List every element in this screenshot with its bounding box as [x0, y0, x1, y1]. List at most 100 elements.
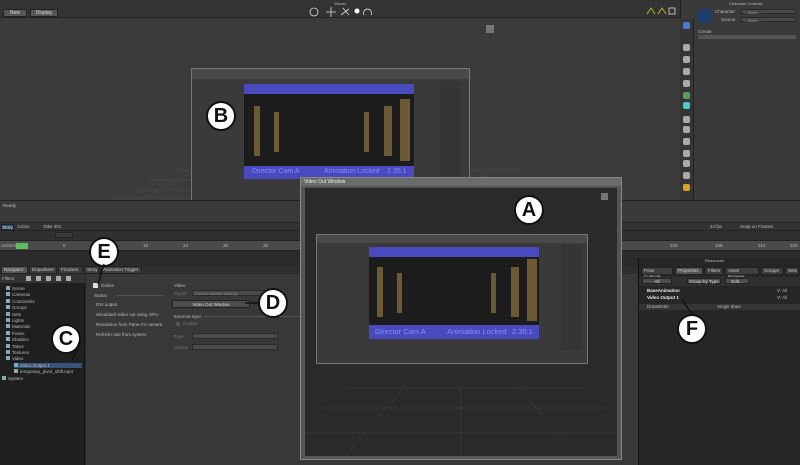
tree-item-label: Video Output 1: [20, 362, 50, 368]
tree-node-icon: [6, 337, 10, 342]
add-icon[interactable]: [56, 276, 61, 281]
resources-tab-filters[interactable]: Filters: [705, 267, 723, 275]
fps-select[interactable]: 24 fps: [710, 224, 722, 229]
video-out-window-button[interactable]: Video Out Window: [172, 300, 250, 308]
snap-select[interactable]: Snap on Frames: [740, 224, 773, 229]
all-filter[interactable]: All: [642, 278, 672, 284]
filters-label[interactable]: Filters: [2, 276, 14, 281]
filter-icon[interactable]: [46, 276, 51, 281]
tree-item[interactable]: Groups: [6, 305, 27, 310]
story-tab[interactable]: Story: [1, 224, 14, 230]
resources-tab-asset-browser[interactable]: Asset Browser: [725, 267, 759, 279]
tree-item[interactable]: temporary_pivot_shift.mp4: [14, 369, 73, 374]
tab-animation-trigger[interactable]: Animation Trigger: [100, 266, 142, 274]
resources-tab-properties[interactable]: Properties: [675, 267, 703, 275]
source-select-prop[interactable]: [192, 344, 278, 350]
sync-divider: [204, 316, 300, 317]
ik-icon: [646, 7, 656, 15]
tree-item[interactable]: Sets: [6, 311, 21, 317]
tree-item[interactable]: Textures: [6, 350, 29, 355]
enable-checkbox[interactable]: [176, 322, 180, 326]
tab-story[interactable]: Story: [84, 266, 99, 274]
video-window-titlebar[interactable]: Video Out Window: [301, 178, 621, 186]
tree-item[interactable]: Shaders: [6, 337, 29, 342]
tab-fcurves[interactable]: FCurves: [58, 266, 83, 274]
create-bar[interactable]: [698, 35, 796, 39]
tree-item[interactable]: Video: [6, 356, 23, 361]
key-tool-icon[interactable]: [683, 80, 690, 87]
tree-item-label: Groups: [12, 305, 27, 311]
tree-item[interactable]: Takes: [6, 343, 24, 349]
tree-node-icon: [6, 330, 10, 335]
edit-button[interactable]: Edit...: [725, 278, 749, 284]
tree-item[interactable]: Scene: [6, 286, 25, 291]
tree-node-icon: [6, 318, 10, 322]
tree-item[interactable]: Cameras: [6, 292, 30, 297]
list-icon[interactable]: [26, 276, 31, 281]
tree-node-icon: [6, 298, 10, 303]
timeline-clip[interactable]: [16, 243, 28, 249]
inner-letterbox-top: [369, 247, 539, 257]
tab-dopesheet[interactable]: Dopesheet: [29, 266, 57, 274]
thumb-right-panel: [440, 81, 460, 191]
online-label: Online: [101, 283, 115, 288]
callout-b: B: [206, 101, 236, 131]
tree-item[interactable]: Lights: [6, 318, 24, 323]
move-tool-icon[interactable]: [683, 44, 690, 51]
resources-tab-sets[interactable]: Sets: [785, 267, 799, 275]
new-button[interactable]: New: [3, 9, 27, 17]
draw-mode-value[interactable]: Single draw: [717, 304, 741, 309]
cyan-tool-icon[interactable]: [683, 102, 690, 109]
viewer-corner-icon[interactable]: [486, 25, 494, 33]
thumb-ratio-text: 2.35:1: [387, 168, 407, 175]
transform-tools[interactable]: [308, 5, 372, 18]
white-tool-icon-5[interactable]: [683, 160, 690, 167]
settings-icon[interactable]: [66, 276, 71, 281]
inner-lock-text: Animation Locked: [447, 327, 507, 336]
resource-row[interactable]: BaseAnimation V: All: [639, 288, 800, 294]
tree-item-label: Scene: [12, 286, 25, 291]
rotate-tool-icon[interactable]: [683, 56, 690, 63]
draw-mode-row[interactable]: DrawMode Single draw: [639, 304, 800, 310]
white-tool-icon-2[interactable]: [683, 126, 690, 133]
transport-play-control[interactable]: [55, 232, 73, 238]
tree-item[interactable]: System: [2, 375, 23, 381]
white-tool-icon-6[interactable]: [683, 172, 690, 179]
type-select[interactable]: [192, 333, 278, 339]
white-tool-icon-3[interactable]: [683, 138, 690, 145]
scale-tool-icon[interactable]: [683, 68, 690, 75]
tree-node-icon: [6, 286, 10, 290]
viewer-right-tools[interactable]: [645, 6, 677, 16]
video-window-corner-icon[interactable]: [601, 193, 608, 200]
resource-row[interactable]: Video Output 1 V: All: [639, 295, 800, 301]
ruler-tick: 114: [758, 243, 766, 248]
sort-icon[interactable]: [36, 276, 41, 281]
group-by-type[interactable]: Group by Type: [687, 278, 721, 284]
online-checkbox[interactable]: [93, 283, 98, 288]
yellow-tool-icon[interactable]: [683, 184, 690, 191]
tree-item[interactable]: Poses: [6, 330, 25, 336]
video-out-window[interactable]: Video Out Window Director Cam A Animatio…: [300, 177, 622, 460]
inner-cam-text: Director Cam A: [375, 327, 426, 336]
white-tool-icon-1[interactable]: [683, 116, 690, 123]
tree-item[interactable]: Materials: [6, 324, 30, 329]
signal-label: Signal: [174, 291, 187, 296]
source-select[interactable]: -- None --: [741, 17, 796, 23]
tree-node-icon: [14, 362, 18, 367]
resources-tab-pose-controls[interactable]: Pose Controls: [641, 267, 673, 279]
display-button[interactable]: Display: [30, 9, 58, 17]
tree-item[interactable]: Constraints: [6, 298, 35, 304]
inner-toolbar: [317, 235, 587, 243]
green-tool-icon[interactable]: [683, 92, 690, 99]
resources-tab-groups[interactable]: Groups: [761, 267, 783, 275]
tree-item[interactable]: Video Output 1: [14, 362, 82, 368]
character-select[interactable]: -- None --: [741, 9, 796, 15]
select-tool-icon[interactable]: [683, 22, 690, 29]
resources-toolbar: All Group by Type Edit...: [639, 277, 800, 286]
source-label-prop: Source: [174, 345, 189, 350]
action-tab[interactable]: Action: [17, 224, 30, 229]
tab-navigator[interactable]: Navigator: [1, 266, 28, 274]
inner-right-panel: [561, 245, 581, 350]
character-label: Character:: [715, 9, 737, 14]
white-tool-icon-4[interactable]: [683, 150, 690, 157]
